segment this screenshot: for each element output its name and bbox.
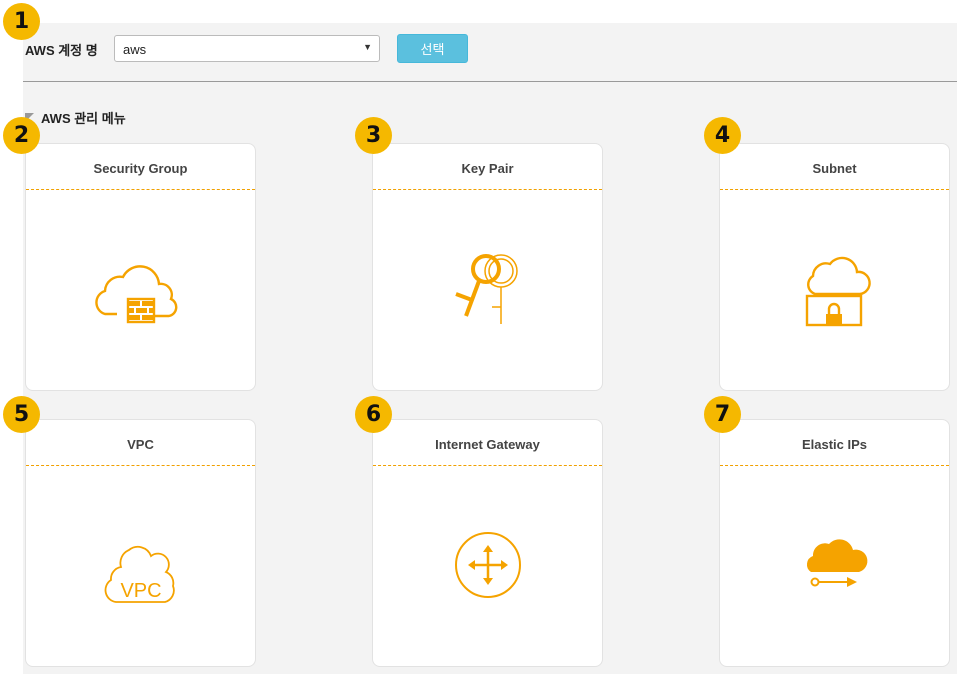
key-pair-icon bbox=[455, 254, 518, 324]
step-badge: 5 bbox=[3, 396, 40, 433]
cloud-firewall-icon bbox=[95, 265, 178, 324]
card-title: Internet Gateway bbox=[435, 437, 540, 452]
menu-title-text: AWS 관리 메뉴 bbox=[41, 111, 126, 126]
card-divider bbox=[720, 465, 949, 466]
subnet-lock-icon bbox=[805, 256, 871, 327]
card-divider bbox=[720, 189, 949, 190]
card-title: Elastic IPs bbox=[801, 437, 868, 452]
step-badge: 3 bbox=[355, 117, 392, 154]
card-vpc[interactable]: VPC VPC bbox=[25, 419, 256, 667]
card-title: VPC bbox=[127, 437, 154, 452]
card-security-group[interactable]: Security Group bbox=[25, 143, 256, 391]
elastic-ip-cloud-icon bbox=[806, 539, 868, 587]
card-subnet[interactable]: Subnet bbox=[719, 143, 950, 391]
step-badge: 6 bbox=[355, 396, 392, 433]
divider bbox=[23, 81, 957, 82]
account-select[interactable]: aws ▼ bbox=[114, 35, 380, 62]
chevron-down-icon: ▼ bbox=[363, 42, 372, 52]
card-elastic-ips[interactable]: Elastic IPs bbox=[719, 419, 950, 667]
account-name-label: AWS 계정 명 bbox=[25, 43, 98, 58]
card-title: Security Group bbox=[93, 161, 188, 176]
card-internet-gateway[interactable]: Internet Gateway bbox=[372, 419, 603, 667]
card-key-pair[interactable]: Key Pair bbox=[372, 143, 603, 391]
card-title: Subnet bbox=[812, 161, 857, 176]
step-badge: 7 bbox=[704, 396, 741, 433]
card-title: Key Pair bbox=[461, 161, 514, 176]
card-divider bbox=[373, 189, 602, 190]
step-badge: 2 bbox=[3, 117, 40, 154]
account-select-value: aws bbox=[123, 42, 147, 57]
card-divider bbox=[373, 465, 602, 466]
svg-text:VPC: VPC bbox=[120, 580, 161, 602]
gateway-arrows-icon bbox=[455, 532, 521, 598]
card-divider bbox=[26, 189, 255, 190]
card-divider bbox=[26, 465, 255, 466]
step-badge: 1 bbox=[3, 3, 40, 40]
vpc-cloud-icon: VPC bbox=[104, 545, 175, 603]
select-button[interactable]: 선택 bbox=[397, 34, 468, 63]
step-badge: 4 bbox=[704, 117, 741, 154]
menu-title: AWS 관리 메뉴 bbox=[25, 108, 126, 127]
